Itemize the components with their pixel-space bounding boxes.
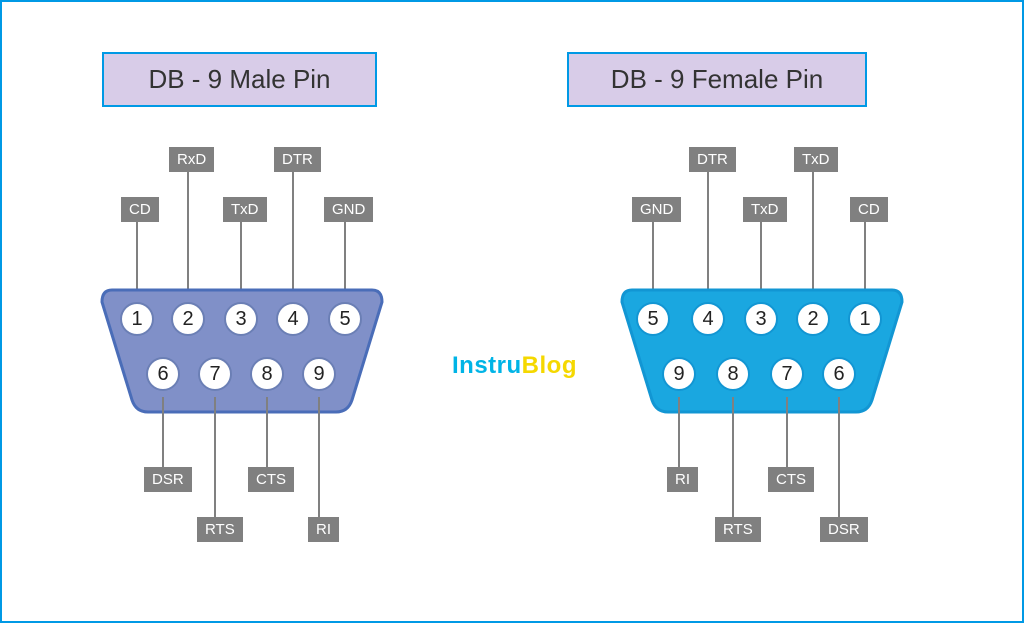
lead-female-8 — [732, 397, 734, 519]
female-pin-3: 3 — [744, 302, 778, 336]
male-pin-4: 4 — [276, 302, 310, 336]
lead-female-7 — [786, 397, 788, 469]
label-female-txd2: TxD — [794, 147, 838, 172]
female-pin-7: 7 — [770, 357, 804, 391]
label-male-dtr: DTR — [274, 147, 321, 172]
logo: InstruBlog — [452, 352, 577, 380]
lead-male-8 — [266, 397, 268, 469]
lead-male-7 — [214, 397, 216, 519]
label-female-rts: RTS — [715, 517, 761, 542]
female-pin-8: 8 — [716, 357, 750, 391]
logo-part1: Instru — [452, 352, 522, 379]
lead-female-2 — [812, 172, 814, 294]
lead-male-6 — [162, 397, 164, 469]
title-male: DB - 9 Male Pin — [102, 52, 377, 107]
label-female-ri: RI — [667, 467, 698, 492]
label-female-gnd: GND — [632, 197, 681, 222]
label-female-cts: CTS — [768, 467, 814, 492]
male-pin-2: 2 — [171, 302, 205, 336]
label-male-gnd: GND — [324, 197, 373, 222]
label-male-ri: RI — [308, 517, 339, 542]
title-female: DB - 9 Female Pin — [567, 52, 867, 107]
female-pin-5: 5 — [636, 302, 670, 336]
lead-male-9 — [318, 397, 320, 519]
lead-female-4 — [707, 172, 709, 294]
label-female-txd3: TxD — [743, 197, 787, 222]
female-pin-4: 4 — [691, 302, 725, 336]
label-female-cd: CD — [850, 197, 888, 222]
male-pin-9: 9 — [302, 357, 336, 391]
connector-male — [92, 280, 392, 420]
male-pin-6: 6 — [146, 357, 180, 391]
lead-female-6 — [838, 397, 840, 519]
lead-female-9 — [678, 397, 680, 469]
female-pin-6: 6 — [822, 357, 856, 391]
male-pin-1: 1 — [120, 302, 154, 336]
male-pin-8: 8 — [250, 357, 284, 391]
male-pin-7: 7 — [198, 357, 232, 391]
male-pin-5: 5 — [328, 302, 362, 336]
label-male-rxd: RxD — [169, 147, 214, 172]
male-pin-3: 3 — [224, 302, 258, 336]
lead-male-2 — [187, 172, 189, 294]
connector-female — [612, 280, 912, 420]
label-female-dtr: DTR — [689, 147, 736, 172]
diagram-frame: DB - 9 Male Pin DB - 9 Female Pin Instru… — [0, 0, 1024, 623]
label-male-rts: RTS — [197, 517, 243, 542]
female-pin-2: 2 — [796, 302, 830, 336]
lead-male-4 — [292, 172, 294, 294]
label-female-dsr: DSR — [820, 517, 868, 542]
label-male-cts: CTS — [248, 467, 294, 492]
female-pin-9: 9 — [662, 357, 696, 391]
logo-part2: Blog — [522, 352, 577, 379]
label-male-cd: CD — [121, 197, 159, 222]
label-male-dsr: DSR — [144, 467, 192, 492]
label-male-txd: TxD — [223, 197, 267, 222]
female-pin-1: 1 — [848, 302, 882, 336]
